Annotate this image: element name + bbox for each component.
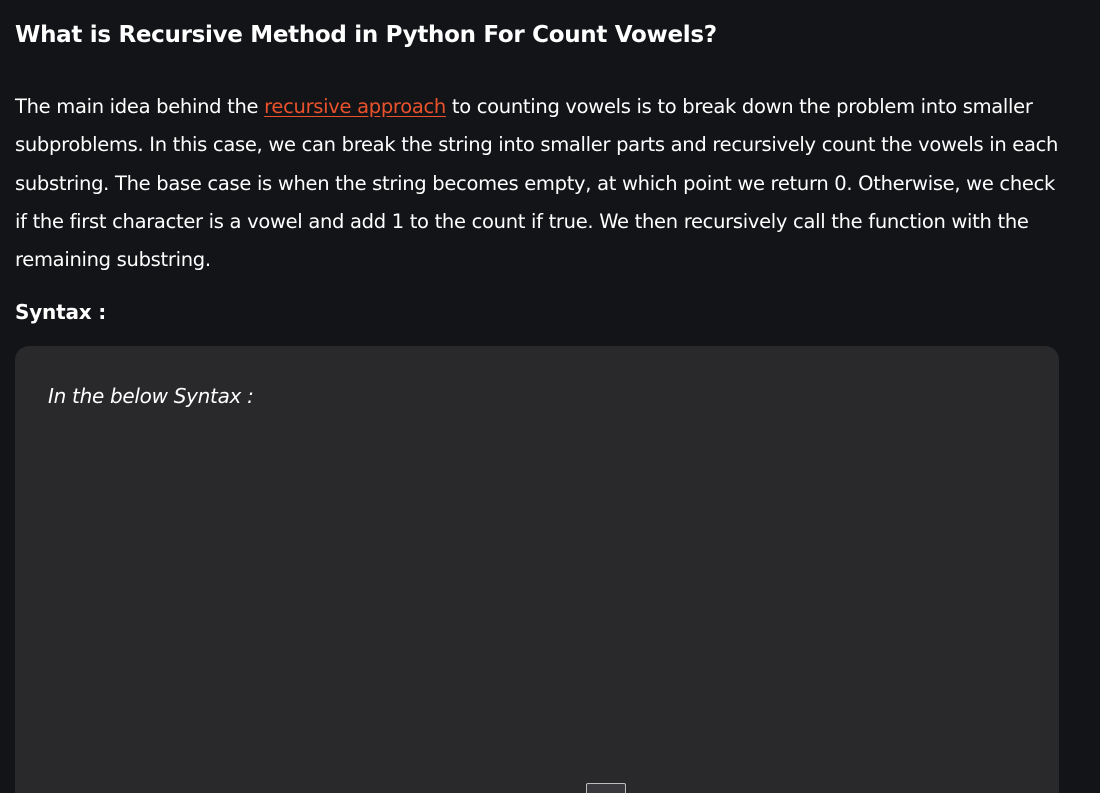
section-heading: What is Recursive Method in Python For C… — [15, 22, 717, 48]
syntax-note: In the below Syntax : — [48, 384, 254, 408]
embedded-scroll-handle[interactable] — [586, 783, 626, 793]
syntax-label: Syntax : — [15, 300, 106, 324]
article-page: What is Recursive Method in Python For C… — [0, 0, 1100, 793]
paragraph-text-start: The main idea behind the — [15, 95, 265, 118]
paragraph-text-end: to counting vowels is to break down the … — [15, 95, 1059, 272]
intro-paragraph: The main idea behind the recursive appro… — [15, 88, 1065, 279]
syntax-code-box: In the below Syntax : — [15, 346, 1059, 793]
recursive-approach-link[interactable]: recursive approach — [264, 95, 446, 118]
